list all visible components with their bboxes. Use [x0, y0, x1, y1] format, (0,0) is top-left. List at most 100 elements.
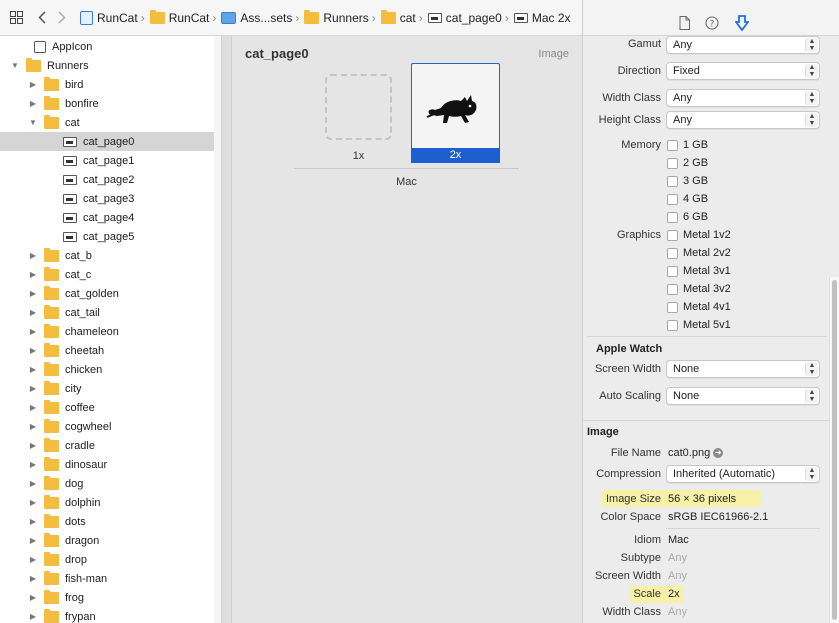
- checkbox[interactable]: [667, 212, 678, 223]
- nav-item-imageset[interactable]: cat_page1: [0, 151, 216, 170]
- nav-item-folder[interactable]: ▶ bonfire: [0, 94, 216, 113]
- checkbox[interactable]: [667, 248, 678, 259]
- disclosure-closed-icon[interactable]: ▶: [28, 422, 38, 431]
- breadcrumb-imageset[interactable]: cat_page0: [426, 11, 502, 25]
- slot-1x-empty[interactable]: [325, 74, 392, 140]
- nav-item-folder[interactable]: ▶ chicken: [0, 360, 216, 379]
- nav-item-folder[interactable]: ▶ fish-man: [0, 569, 216, 588]
- width-class-popup[interactable]: Any ▲ ▼: [666, 89, 820, 107]
- disclosure-closed-icon[interactable]: ▶: [28, 365, 38, 374]
- disclosure-closed-icon[interactable]: ▶: [28, 498, 38, 507]
- back-icon[interactable]: [32, 8, 52, 28]
- nav-item-folder[interactable]: ▶ city: [0, 379, 216, 398]
- breadcrumb-cat[interactable]: cat: [379, 9, 416, 25]
- breadcrumb-project[interactable]: RunCat: [78, 10, 138, 25]
- auto-scaling-popup[interactable]: None ▲ ▼: [666, 387, 820, 405]
- nav-item-folder[interactable]: ▶ dinosaur: [0, 455, 216, 474]
- disclosure-closed-icon[interactable]: ▶: [28, 460, 38, 469]
- nav-item-appicon[interactable]: AppIcon: [0, 37, 216, 56]
- checkbox[interactable]: [667, 320, 678, 331]
- watch-screen-width-popup[interactable]: None ▲ ▼: [666, 360, 820, 378]
- nav-item-folder[interactable]: ▶ chameleon: [0, 322, 216, 341]
- checkbox-label[interactable]: 1 GB: [683, 139, 708, 151]
- disclosure-closed-icon[interactable]: ▶: [28, 327, 38, 336]
- disclosure-closed-icon[interactable]: ▶: [28, 384, 38, 393]
- help-icon[interactable]: ?: [704, 15, 720, 31]
- nav-item-folder[interactable]: ▶ cat_c: [0, 265, 216, 284]
- checkbox-label[interactable]: 3 GB: [683, 175, 708, 187]
- checkbox[interactable]: [667, 140, 678, 151]
- checkbox[interactable]: [667, 284, 678, 295]
- checkbox-label[interactable]: 2 GB: [683, 157, 708, 169]
- nav-item-imageset[interactable]: cat_page2: [0, 170, 216, 189]
- nav-item-folder[interactable]: ▶ frypan: [0, 607, 216, 623]
- checkbox-label[interactable]: Metal 5v1: [683, 319, 731, 331]
- disclosure-closed-icon[interactable]: ▶: [28, 441, 38, 450]
- grid-icon[interactable]: [6, 8, 26, 28]
- checkbox-label[interactable]: 6 GB: [683, 211, 708, 223]
- disclosure-closed-icon[interactable]: ▶: [28, 403, 38, 412]
- nav-item-folder[interactable]: ▶ frog: [0, 588, 216, 607]
- nav-item-runners[interactable]: ▼ Runners: [0, 56, 216, 75]
- disclosure-closed-icon[interactable]: ▶: [28, 99, 38, 108]
- checkbox-label[interactable]: Metal 3v2: [683, 283, 731, 295]
- direction-popup[interactable]: Fixed ▲ ▼: [666, 62, 820, 80]
- forward-icon[interactable]: [52, 8, 72, 28]
- disclosure-closed-icon[interactable]: ▶: [28, 270, 38, 279]
- checkbox-label[interactable]: Metal 1v2: [683, 229, 731, 241]
- checkbox-label[interactable]: Metal 3v1: [683, 265, 731, 277]
- disclosure-closed-icon[interactable]: ▶: [28, 536, 38, 545]
- inspector-scrollbar[interactable]: [829, 277, 839, 623]
- nav-item-folder[interactable]: ▶ drop: [0, 550, 216, 569]
- nav-item-imageset[interactable]: cat_page0: [0, 132, 216, 151]
- nav-item-folder[interactable]: ▶ dragon: [0, 531, 216, 550]
- gamut-popup[interactable]: Any ▲ ▼: [666, 36, 820, 54]
- breadcrumb-assets[interactable]: Ass...sets: [219, 11, 292, 25]
- disclosure-open-icon[interactable]: ▼: [10, 61, 20, 70]
- attributes-inspector-icon[interactable]: [734, 15, 750, 31]
- nav-item-imageset[interactable]: cat_page5: [0, 227, 216, 246]
- nav-item-folder[interactable]: ▶ cat_golden: [0, 284, 216, 303]
- checkbox-label[interactable]: 4 GB: [683, 193, 708, 205]
- checkbox[interactable]: [667, 158, 678, 169]
- checkbox-label[interactable]: Metal 2v2: [683, 247, 731, 259]
- navigator-scrollbar[interactable]: [214, 36, 221, 623]
- nav-item-imageset[interactable]: cat_page3: [0, 189, 216, 208]
- height-class-popup[interactable]: Any ▲ ▼: [666, 111, 820, 129]
- compression-popup[interactable]: Inherited (Automatic) ▲ ▼: [666, 465, 820, 483]
- checkbox-label[interactable]: Metal 4v1: [683, 301, 731, 313]
- disclosure-closed-icon[interactable]: ▶: [28, 289, 38, 298]
- disclosure-closed-icon[interactable]: ▶: [28, 80, 38, 89]
- disclosure-open-icon[interactable]: ▼: [28, 118, 38, 127]
- nav-item-folder[interactable]: ▶ bird: [0, 75, 216, 94]
- disclosure-closed-icon[interactable]: ▶: [28, 593, 38, 602]
- file-inspector-icon[interactable]: [676, 15, 692, 31]
- disclosure-closed-icon[interactable]: ▶: [28, 555, 38, 564]
- file-name-field[interactable]: cat0.png ➜: [668, 447, 724, 459]
- checkbox[interactable]: [667, 302, 678, 313]
- nav-item-folder[interactable]: ▶ cogwheel: [0, 417, 216, 436]
- breadcrumb-slot[interactable]: Mac 2x: [512, 11, 571, 25]
- disclosure-closed-icon[interactable]: ▶: [28, 308, 38, 317]
- breadcrumb-runners[interactable]: Runners: [302, 9, 369, 25]
- nav-item-folder[interactable]: ▶ dots: [0, 512, 216, 531]
- nav-item-folder[interactable]: ▶ dolphin: [0, 493, 216, 512]
- nav-item-folder[interactable]: ▶ cat_b: [0, 246, 216, 265]
- disclosure-closed-icon[interactable]: ▶: [28, 612, 38, 621]
- disclosure-closed-icon[interactable]: ▶: [28, 251, 38, 260]
- checkbox[interactable]: [667, 266, 678, 277]
- nav-item-folder[interactable]: ▶ cat_tail: [0, 303, 216, 322]
- reveal-arrow-icon[interactable]: ➜: [713, 448, 724, 459]
- checkbox[interactable]: [667, 176, 678, 187]
- checkbox[interactable]: [667, 230, 678, 241]
- breadcrumb-group[interactable]: RunCat: [148, 9, 209, 25]
- nav-item-cat[interactable]: ▼ cat: [0, 113, 216, 132]
- nav-item-imageset[interactable]: cat_page4: [0, 208, 216, 227]
- disclosure-closed-icon[interactable]: ▶: [28, 574, 38, 583]
- disclosure-closed-icon[interactable]: ▶: [28, 346, 38, 355]
- nav-item-folder[interactable]: ▶ dog: [0, 474, 216, 493]
- disclosure-closed-icon[interactable]: ▶: [28, 479, 38, 488]
- nav-item-folder[interactable]: ▶ cradle: [0, 436, 216, 455]
- checkbox[interactable]: [667, 194, 678, 205]
- disclosure-closed-icon[interactable]: ▶: [28, 517, 38, 526]
